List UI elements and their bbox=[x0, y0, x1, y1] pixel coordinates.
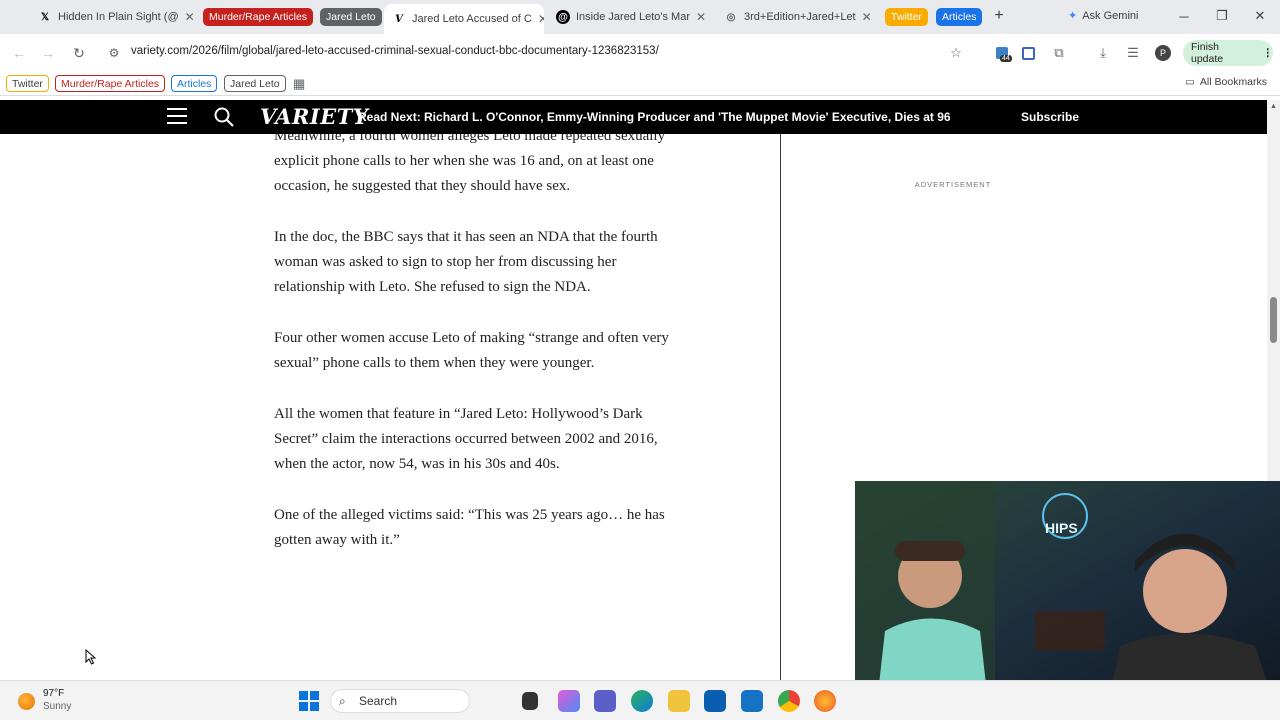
tab-label: Hidden In Plain Sight (@ bbox=[58, 11, 179, 23]
bookmarks-bar: Twitter Murder/Rape Articles Articles Ja… bbox=[0, 72, 1280, 96]
variety-header: VARIETY Read Next: Richard L. O'Connor, … bbox=[0, 100, 1267, 134]
windows-start-icon[interactable] bbox=[299, 691, 319, 711]
tab-group-twitter[interactable]: Twitter bbox=[885, 8, 928, 26]
tab-3rd-edition[interactable]: ◎ 3rd+Edition+Jared+Let ✕ bbox=[716, 4, 876, 30]
bookmark-murder-articles[interactable]: Murder/Rape Articles bbox=[55, 75, 166, 92]
bookmark-articles[interactable]: Articles bbox=[171, 75, 218, 92]
puzzle-extensions-icon[interactable]: ⧉ bbox=[1049, 43, 1069, 63]
bookmark-star-icon[interactable]: ☆ bbox=[946, 43, 966, 63]
extension-icon[interactable]: 44 bbox=[992, 43, 1012, 63]
tab-strip: 𝕏 Hidden In Plain Sight (@ ✕ Murder/Rape… bbox=[0, 0, 1280, 34]
teams-icon[interactable] bbox=[594, 690, 616, 712]
browser-toolbar: ← → ↻ ⚙ variety.com/2026/film/global/jar… bbox=[0, 34, 1280, 72]
search-icon[interactable] bbox=[213, 106, 235, 133]
kebab-menu-icon[interactable]: ⋮ bbox=[1263, 47, 1274, 59]
folder-icon: ▭ bbox=[1185, 76, 1195, 88]
variety-v-icon: V bbox=[395, 13, 403, 25]
globe-icon: ◎ bbox=[726, 11, 736, 23]
store-icon[interactable] bbox=[704, 690, 726, 712]
all-bookmarks[interactable]: ▭ All Bookmarks bbox=[1185, 76, 1267, 88]
address-bar[interactable]: variety.com/2026/film/global/jared-leto-… bbox=[131, 45, 659, 57]
hamburger-menu-icon[interactable] bbox=[167, 108, 187, 126]
threads-icon: @ bbox=[556, 10, 570, 24]
tab-label: 3rd+Edition+Jared+Let bbox=[744, 11, 856, 23]
firefox-icon[interactable] bbox=[814, 690, 836, 712]
close-icon[interactable]: ✕ bbox=[856, 10, 872, 24]
back-icon[interactable]: ← bbox=[9, 43, 29, 63]
close-window-icon[interactable]: ✕ bbox=[1250, 6, 1270, 26]
weather-temp[interactable]: 97°F bbox=[43, 688, 64, 699]
tab-twitter-hidden[interactable]: 𝕏 Hidden In Plain Sight (@ ✕ bbox=[30, 4, 200, 30]
close-icon[interactable]: ✕ bbox=[179, 10, 195, 24]
tab-label: Inside Jared Leto's Mar bbox=[576, 11, 690, 23]
file-explorer-icon[interactable] bbox=[668, 690, 690, 712]
forward-icon[interactable]: → bbox=[38, 43, 58, 63]
weather-sun-icon bbox=[18, 693, 35, 710]
tab-group-articles[interactable]: Articles bbox=[936, 8, 983, 26]
ask-gemini-button[interactable]: ✦ Ask Gemini bbox=[1068, 9, 1139, 23]
copilot-icon[interactable] bbox=[558, 690, 580, 712]
mail-icon[interactable] bbox=[741, 690, 763, 712]
restore-icon[interactable]: ❐ bbox=[1212, 6, 1232, 26]
tab-variety-active[interactable]: V Jared Leto Accused of C ✕ bbox=[384, 4, 544, 34]
edge-icon[interactable] bbox=[631, 690, 653, 712]
apps-grid-icon[interactable]: ▦ bbox=[288, 75, 310, 92]
article-paragraph: Meanwhile, a fourth women alleges Leto m… bbox=[274, 134, 666, 194]
article-body: Meanwhile, a fourth women alleges Leto m… bbox=[274, 134, 674, 579]
article-paragraph: All the women that feature in “Jared Let… bbox=[274, 406, 658, 472]
subscribe-button[interactable]: Subscribe bbox=[1021, 110, 1079, 124]
site-info-icon[interactable]: ⚙ bbox=[104, 43, 124, 63]
weather-desc[interactable]: Sunny bbox=[43, 701, 71, 712]
gemini-sparkle-icon: ✦ bbox=[1068, 10, 1078, 22]
media-controls-icon[interactable]: ☰ bbox=[1123, 43, 1143, 63]
download-icon[interactable]: ⤓ bbox=[1093, 43, 1113, 63]
variety-logo[interactable]: VARIETY bbox=[260, 104, 368, 129]
scroll-thumb[interactable] bbox=[1270, 297, 1277, 343]
ask-gemini-label: Ask Gemini bbox=[1082, 9, 1139, 22]
scroll-up-arrow-icon[interactable]: ▲ bbox=[1270, 103, 1277, 110]
tab-group-murder[interactable]: Murder/Rape Articles bbox=[203, 8, 314, 26]
advertisement-label: ADVERTISEMENT bbox=[0, 180, 1267, 189]
profile-avatar[interactable]: P bbox=[1153, 43, 1173, 63]
neon-sign: HIPS bbox=[1045, 520, 1078, 536]
windows-taskbar: 97°F Sunny ⌕ Search bbox=[0, 680, 1280, 720]
extension-b-icon[interactable] bbox=[1018, 43, 1038, 63]
file-icon[interactable] bbox=[522, 692, 538, 710]
article-paragraph: In the doc, the BBC says that it has see… bbox=[274, 229, 658, 295]
article-paragraph: Four other women accuse Leto of making “… bbox=[274, 330, 669, 371]
all-bookmarks-label: All Bookmarks bbox=[1199, 76, 1268, 88]
taskbar-search[interactable]: ⌕ Search bbox=[330, 689, 470, 713]
search-icon: ⌕ bbox=[339, 694, 346, 708]
read-next-link[interactable]: Read Next: Richard L. O'Connor, Emmy-Win… bbox=[358, 110, 951, 124]
x-logo-icon: 𝕏 bbox=[40, 11, 50, 23]
finish-update-button[interactable]: Finish update ⋮ bbox=[1183, 40, 1273, 66]
close-icon[interactable]: ✕ bbox=[532, 12, 544, 26]
tab-inside-jared[interactable]: @ Inside Jared Leto's Mar ✕ bbox=[548, 4, 713, 30]
article-paragraph: One of the alleged victims said: “This w… bbox=[274, 507, 665, 548]
close-icon[interactable]: ✕ bbox=[690, 10, 706, 24]
bookmark-jared-leto[interactable]: Jared Leto bbox=[224, 75, 286, 92]
ad-label-text: ADVERTISEMENT bbox=[914, 180, 992, 189]
finish-update-label: Finish update bbox=[1191, 41, 1224, 65]
profile-initial: P bbox=[1155, 45, 1171, 61]
bookmark-twitter[interactable]: Twitter bbox=[6, 75, 49, 92]
new-tab-icon[interactable]: + bbox=[989, 6, 1009, 26]
minimize-icon[interactable]: ─ bbox=[1174, 6, 1194, 26]
tab-label: Jared Leto Accused of C bbox=[412, 13, 532, 25]
extension-badge: 44 bbox=[1000, 55, 1012, 62]
taskbar-search-label: Search bbox=[359, 694, 398, 708]
column-divider bbox=[780, 134, 781, 680]
reload-icon[interactable]: ↻ bbox=[69, 43, 89, 63]
tab-group-jared[interactable]: Jared Leto bbox=[320, 8, 382, 26]
chrome-icon[interactable] bbox=[778, 690, 800, 712]
